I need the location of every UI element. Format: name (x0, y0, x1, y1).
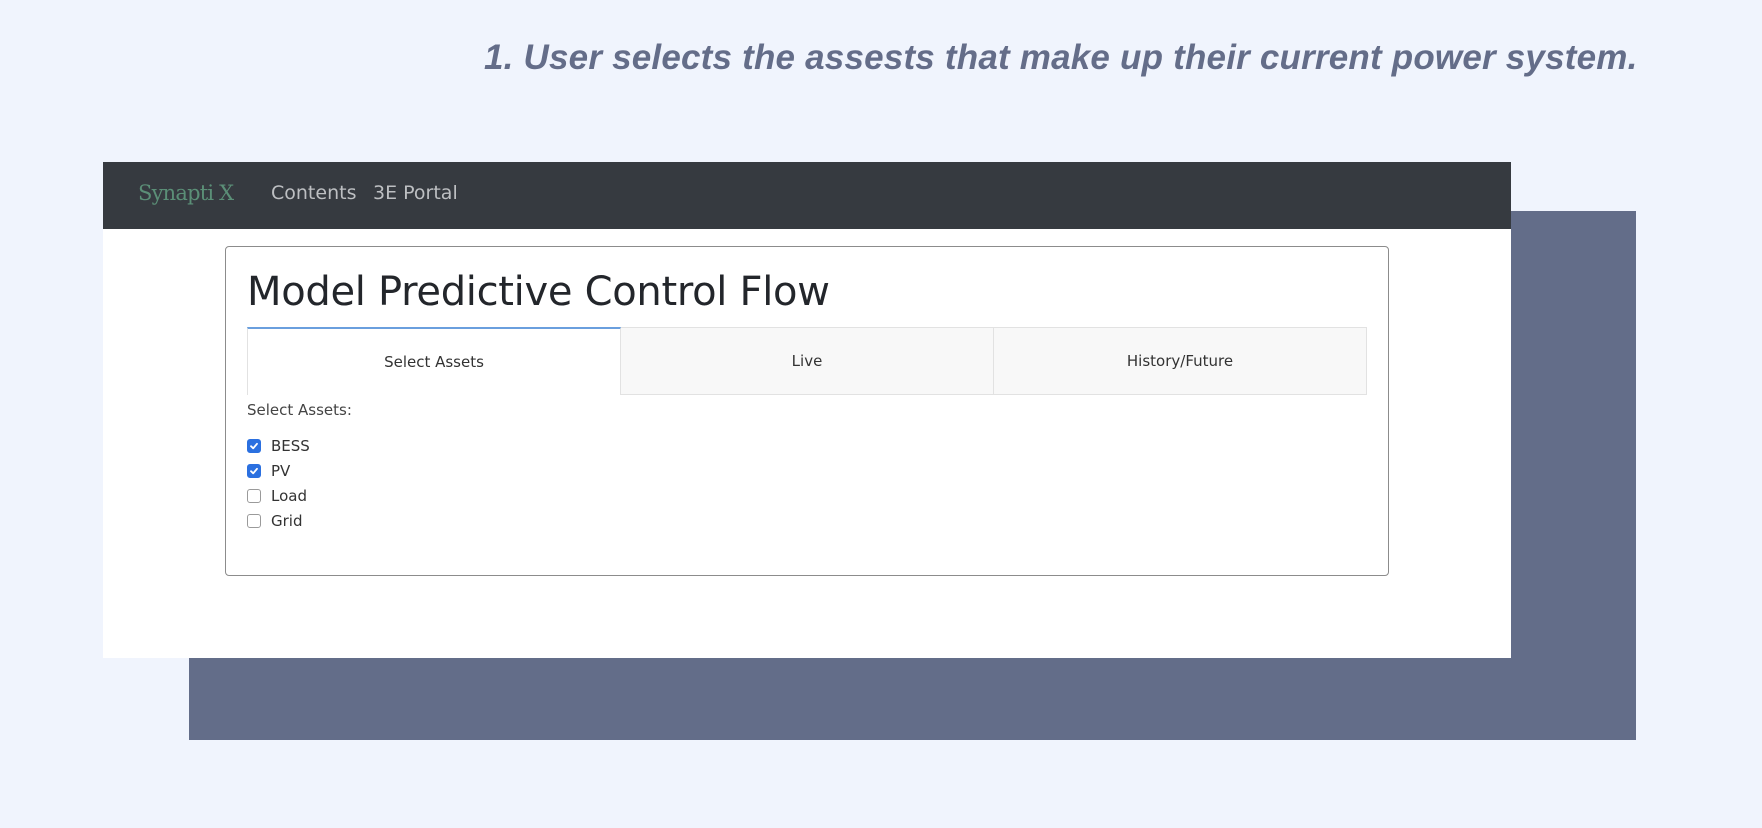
asset-option-load[interactable]: Load (247, 483, 310, 508)
tab-live[interactable]: Live (621, 327, 994, 395)
pv-label: PV (271, 461, 291, 480)
grid-checkbox[interactable] (247, 513, 261, 528)
asset-option-bess[interactable]: BESS (247, 433, 310, 458)
app-screenshot: Synapti X Contents 3E Portal Model Predi… (103, 162, 1511, 658)
tab-history-future[interactable]: History/Future (994, 327, 1367, 395)
asset-checkbox-list: BESS PV Load Grid (247, 433, 310, 533)
nav-link-3e-portal[interactable]: 3E Portal (373, 182, 458, 204)
grid-label: Grid (271, 511, 303, 530)
asset-option-grid[interactable]: Grid (247, 508, 310, 533)
page-title: Model Predictive Control Flow (247, 269, 830, 315)
asset-option-pv[interactable]: PV (247, 458, 310, 483)
brand-logo[interactable]: Synapti X (138, 181, 234, 205)
pv-checkbox[interactable] (247, 463, 261, 478)
slide-caption: 1. User selects the assests that make up… (484, 38, 1638, 77)
nav-link-contents[interactable]: Contents (271, 182, 356, 204)
load-checkbox[interactable] (247, 488, 261, 503)
checkmark-icon (250, 467, 258, 474)
select-assets-label: Select Assets: (247, 401, 352, 419)
control-flow-card: Model Predictive Control Flow Select Ass… (225, 246, 1389, 576)
top-navbar: Synapti X Contents 3E Portal (103, 162, 1511, 229)
tab-bar: Select Assets Live History/Future (247, 327, 1367, 395)
bess-checkbox[interactable] (247, 438, 261, 453)
checkmark-icon (250, 442, 258, 449)
bess-label: BESS (271, 436, 310, 455)
load-label: Load (271, 486, 307, 505)
tab-select-assets[interactable]: Select Assets (247, 327, 621, 395)
